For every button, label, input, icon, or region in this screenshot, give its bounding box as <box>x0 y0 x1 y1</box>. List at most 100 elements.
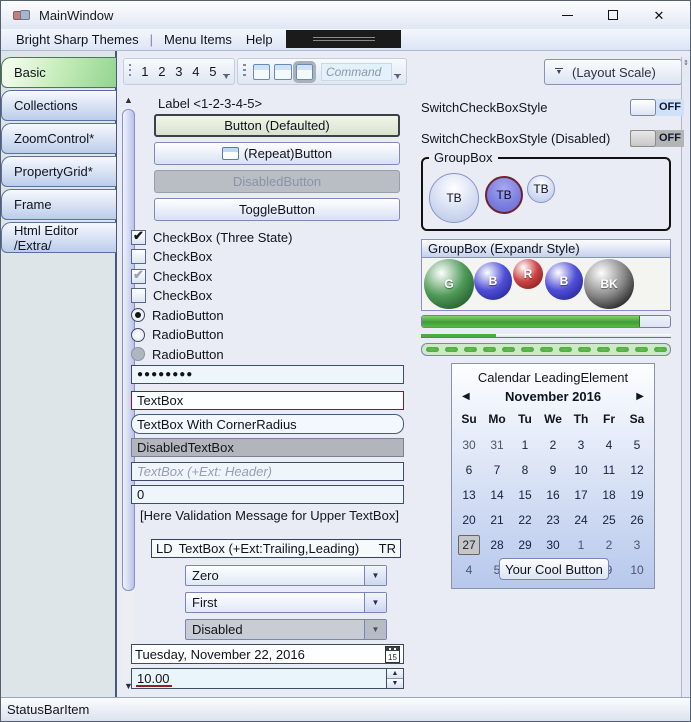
toolbar-number-5[interactable]: 5 <box>204 64 221 79</box>
toolbar-grip-icon[interactable] <box>243 64 246 79</box>
radio-row[interactable]: RadioButton <box>131 345 224 363</box>
calendar-date[interactable]: 6 <box>458 461 480 479</box>
calendar-date[interactable]: 25 <box>598 511 620 529</box>
calendar-date-cell[interactable]: 7 <box>483 459 511 484</box>
chevron-down-icon[interactable]: ▼ <box>364 566 386 585</box>
calendar-date-cell[interactable]: 8 <box>511 459 539 484</box>
sidebar-tab-zoomcontrol-[interactable]: ZoomControl* <box>1 123 116 154</box>
window-style-icon-3[interactable] <box>296 64 313 80</box>
calendar-date[interactable]: 1 <box>570 536 592 554</box>
checkbox-row[interactable]: CheckBox <box>131 248 212 266</box>
calendar-date-cell[interactable]: 15 <box>511 484 539 509</box>
calendar-date-cell[interactable]: 16 <box>539 484 567 509</box>
calendar-date[interactable]: 2 <box>598 536 620 554</box>
zero-textbox[interactable]: 0 <box>131 485 404 504</box>
sphere-button-g[interactable]: G <box>424 259 474 309</box>
combo-first[interactable]: First ▼ <box>185 592 387 613</box>
scroll-up-icon[interactable]: ▲ <box>119 93 138 107</box>
window-style-icon-2[interactable] <box>274 64 291 80</box>
calendar-date[interactable]: 4 <box>458 561 480 579</box>
checkbox-row[interactable]: ✔CheckBox (Three State) <box>131 228 292 246</box>
calendar-date-cell[interactable]: 23 <box>539 509 567 534</box>
calendar-date[interactable]: 3 <box>570 436 592 454</box>
calendar-date-cell[interactable]: 31 <box>483 434 511 459</box>
calendar-date-cell[interactable]: 12 <box>623 459 651 484</box>
calendar-date[interactable]: 4 <box>598 436 620 454</box>
calendar-date-cell[interactable]: 5 <box>623 434 651 459</box>
right-scrollbar[interactable]: ⇕ <box>681 57 690 699</box>
window-style-icon-1[interactable] <box>253 64 270 80</box>
sidebar-tab-collections[interactable]: Collections <box>1 90 116 121</box>
calendar-date-cell[interactable]: 29 <box>511 534 539 559</box>
calendar-date[interactable]: 21 <box>486 511 508 529</box>
toolbar-number-4[interactable]: 4 <box>187 64 204 79</box>
calendar-date-cell[interactable]: 1 <box>511 434 539 459</box>
calendar-date-cell[interactable]: 10 <box>567 459 595 484</box>
calendar-date[interactable]: 16 <box>542 486 564 504</box>
calendar-date[interactable]: 23 <box>542 511 564 529</box>
sidebar-tab-frame[interactable]: Frame <box>1 189 116 220</box>
calendar-date[interactable]: 1 <box>514 436 536 454</box>
calendar-date-cell[interactable]: 17 <box>567 484 595 509</box>
tb-toggle-button[interactable]: TB <box>485 176 523 214</box>
radio-row[interactable]: RadioButton <box>131 326 224 344</box>
radio-circle[interactable] <box>131 328 145 342</box>
calendar-date[interactable]: 26 <box>626 511 648 529</box>
radio-circle[interactable] <box>131 308 145 322</box>
calendar-date-cell[interactable]: 13 <box>455 484 483 509</box>
calendar-date[interactable]: 10 <box>626 561 648 579</box>
calendar-date-cell[interactable]: 2 <box>595 534 623 559</box>
switch-thumb[interactable] <box>630 99 656 116</box>
calendar-date-cell[interactable]: 4 <box>595 434 623 459</box>
calendar-date-cell[interactable]: 1 <box>567 534 595 559</box>
expander-header[interactable]: GroupBox (Expandr Style) <box>422 240 670 258</box>
calendar-date[interactable]: 14 <box>486 486 508 504</box>
calendar-date[interactable]: 13 <box>458 486 480 504</box>
calendar-date[interactable]: 10 <box>570 461 592 479</box>
datepicker[interactable]: Tuesday, November 22, 2016 15 <box>131 644 404 664</box>
corner-radius-textbox[interactable]: TextBox With CornerRadius <box>131 414 404 434</box>
calendar-prev-icon[interactable]: ◀ <box>462 391 478 402</box>
calendar-date[interactable]: 7 <box>486 461 508 479</box>
chevron-down-icon[interactable]: ▼ <box>364 593 386 612</box>
toolbar-grip-icon[interactable] <box>129 64 131 79</box>
checkbox-row[interactable]: ✔CheckBox <box>131 267 212 285</box>
checkbox-box[interactable]: ✔ <box>131 269 146 284</box>
slider-bar[interactable] <box>421 334 671 338</box>
header-textbox[interactable]: TextBox (+Ext: Header) <box>131 462 404 481</box>
calendar-date[interactable]: 22 <box>514 511 536 529</box>
calendar-date-cell[interactable]: 4 <box>455 559 483 584</box>
calendar-date-cell[interactable]: 3 <box>623 534 651 559</box>
switch-checkbox[interactable]: OFF <box>630 99 684 116</box>
spin-up-icon[interactable]: ▲ <box>387 669 403 679</box>
calendar-date[interactable]: 9 <box>542 461 564 479</box>
calendar-date-cell[interactable]: 9 <box>539 459 567 484</box>
toolbar-overflow-icon[interactable]: ▼ <box>221 60 231 83</box>
default-button[interactable]: Button (Defaulted) <box>154 114 400 137</box>
spin-down-icon[interactable]: ▼ <box>387 679 403 688</box>
calendar-date[interactable]: 30 <box>542 536 564 554</box>
toolbar-overflow-icon[interactable]: ▼ <box>392 60 403 83</box>
sphere-button-bk[interactable]: BK <box>584 259 634 309</box>
sphere-button-b[interactable]: B <box>474 262 512 300</box>
calendar-date[interactable]: 11 <box>598 461 620 479</box>
minimize-button[interactable] <box>544 1 590 29</box>
menu-bright-sharp-themes[interactable]: Bright Sharp Themes <box>9 32 146 47</box>
radio-row[interactable]: RadioButton <box>131 306 224 324</box>
close-button[interactable]: ✕ <box>636 1 682 29</box>
calendar-date[interactable]: 15 <box>514 486 536 504</box>
calendar-date[interactable]: 19 <box>626 486 648 504</box>
numeric-updown[interactable]: 10.00 ▲ ▼ <box>131 668 404 689</box>
calendar-date-cell[interactable]: 3 <box>567 434 595 459</box>
sidebar-tab-propertygrid-[interactable]: PropertyGrid* <box>1 156 116 187</box>
calendar-date-cell[interactable]: 30 <box>455 434 483 459</box>
command-input[interactable]: Command <box>321 63 392 81</box>
maximize-button[interactable] <box>590 1 636 29</box>
menu-dark-grip[interactable] <box>286 30 401 48</box>
calendar-date[interactable]: 30 <box>458 436 480 454</box>
calendar-icon[interactable]: 15 <box>385 646 400 663</box>
calendar-date[interactable]: 8 <box>514 461 536 479</box>
tb-toggle-button[interactable]: TB <box>429 173 479 223</box>
calendar-date[interactable]: 24 <box>570 511 592 529</box>
checkbox-row[interactable]: CheckBox <box>131 287 212 305</box>
